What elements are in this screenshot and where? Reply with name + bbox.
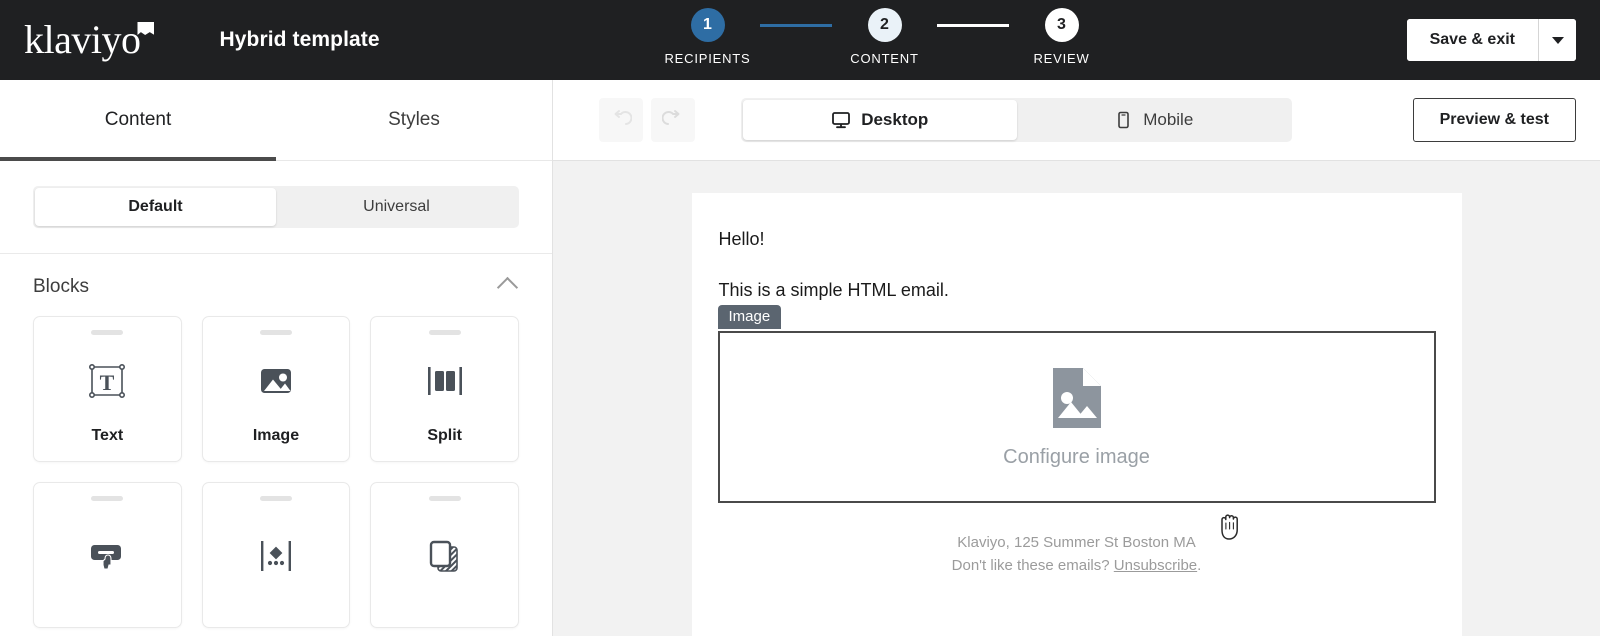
device-option-desktop[interactable]: Desktop: [743, 100, 1017, 140]
save-exit-dropdown-button[interactable]: [1538, 19, 1576, 61]
device-option-mobile[interactable]: Mobile: [1017, 100, 1291, 140]
block-label-split: Split: [427, 427, 462, 444]
footer-unsub-line: Don't like these emails? Unsubscribe.: [718, 554, 1436, 577]
template-title: Hybrid template: [219, 28, 380, 51]
default-universal-segment-wrap: Default Universal: [0, 161, 552, 254]
blocks-grid: T Text Image Split: [0, 312, 552, 628]
block-card-image[interactable]: Image: [201, 316, 351, 462]
block-card-text[interactable]: T Text: [33, 316, 182, 462]
block-label-image: Image: [252, 427, 300, 444]
block-card-divider[interactable]: [201, 482, 351, 628]
email-card: Hello! This is a simple HTML email. Imag…: [691, 193, 1462, 636]
preview-panel: Desktop Mobile Preview & test Hello! Thi…: [553, 80, 1600, 636]
email-editor-app: klaviyo Hybrid template 1 RECIPIENTS 2 C…: [0, 0, 1600, 636]
brand-zone: klaviyo Hybrid template: [0, 20, 380, 60]
klaviyo-logo[interactable]: klaviyo: [24, 17, 155, 62]
undo-icon: [614, 110, 632, 125]
preview-and-test-button[interactable]: Preview & test: [1412, 98, 1576, 142]
unsubscribe-link[interactable]: Unsubscribe: [1114, 557, 1197, 574]
selected-block-badge: Image: [717, 305, 782, 329]
split-block-icon: [424, 335, 466, 427]
block-card-split[interactable]: Split: [370, 316, 519, 462]
segment-default[interactable]: Default: [35, 188, 276, 226]
active-tab-indicator: [0, 157, 276, 161]
desktop-icon: [832, 112, 851, 129]
configure-image-label: Configure image: [1003, 445, 1150, 468]
step-content[interactable]: 2 CONTENT: [832, 8, 937, 66]
editor-body: Content Styles Default Universal Blocks: [0, 80, 1600, 636]
block-label-text: Text: [91, 427, 124, 444]
left-sidebar-panel: Content Styles Default Universal Blocks: [0, 80, 553, 636]
button-block-icon: [86, 501, 128, 611]
image-file-icon: [1052, 367, 1101, 428]
block-card-layered[interactable]: [370, 482, 519, 628]
save-exit-button[interactable]: Save & exit: [1406, 19, 1538, 61]
footer-address: Klaviyo, 125 Summer St Boston MA: [957, 534, 1196, 551]
segment-universal[interactable]: Universal: [276, 188, 517, 226]
email-body-line[interactable]: This is a simple HTML email.: [718, 280, 1436, 301]
blocks-section-header[interactable]: Blocks: [0, 254, 552, 312]
tab-content[interactable]: Content: [0, 80, 276, 160]
device-preview-toggle: Desktop Mobile: [741, 98, 1292, 142]
chevron-up-icon[interactable]: [496, 276, 519, 298]
email-greeting-line[interactable]: Hello!: [718, 229, 1436, 250]
step-2-circle: 2: [867, 8, 902, 42]
undo-button[interactable]: [599, 98, 643, 142]
stepper-connector-2: [937, 24, 1009, 27]
text-block-icon: T: [86, 335, 128, 427]
chevron-down-icon: [1551, 36, 1564, 44]
redo-button[interactable]: [651, 98, 695, 142]
step-2-label: CONTENT: [850, 51, 919, 66]
default-universal-segmented-control: Default Universal: [33, 186, 519, 228]
step-recipients[interactable]: 1 RECIPIENTS: [655, 8, 760, 66]
email-canvas: Hello! This is a simple HTML email. Imag…: [553, 161, 1600, 636]
step-3-label: REVIEW: [1033, 51, 1090, 66]
block-card-button[interactable]: [33, 482, 182, 628]
step-1-label: RECIPIENTS: [664, 51, 751, 66]
image-block-icon: [255, 335, 297, 427]
device-label-mobile: Mobile: [1143, 110, 1194, 129]
step-1-circle: 1: [690, 8, 725, 42]
email-footer: Klaviyo, 125 Summer St Boston MA Don't l…: [718, 503, 1436, 588]
redo-icon: [662, 110, 680, 125]
footer-prompt-text: Don't like these emails?: [951, 557, 1110, 575]
sidebar-tabs: Content Styles: [0, 80, 552, 161]
mobile-icon: [1118, 111, 1130, 129]
blocks-title: Blocks: [33, 276, 89, 297]
tab-styles[interactable]: Styles: [276, 80, 552, 160]
footer-period: .: [1197, 557, 1202, 575]
save-exit-group: Save & exit: [1406, 19, 1576, 61]
card-block-icon: [424, 501, 466, 611]
device-label-desktop: Desktop: [861, 110, 929, 129]
divider-block-icon: [255, 501, 297, 611]
preview-toolbar: Desktop Mobile Preview & test: [553, 80, 1600, 161]
svg-text:T: T: [100, 370, 115, 395]
selected-image-block[interactable]: Image Configure image: [717, 305, 1436, 503]
step-review[interactable]: 3 REVIEW: [1009, 8, 1114, 66]
progress-stepper: 1 RECIPIENTS 2 CONTENT 3 REVIEW: [655, 8, 1114, 66]
image-placeholder[interactable]: Configure image: [717, 331, 1436, 503]
stepper-connector-1: [760, 24, 832, 27]
logo-wordmark: klaviyo: [24, 17, 141, 62]
step-3-circle: 3: [1044, 8, 1079, 42]
top-header-bar: klaviyo Hybrid template 1 RECIPIENTS 2 C…: [0, 0, 1600, 80]
